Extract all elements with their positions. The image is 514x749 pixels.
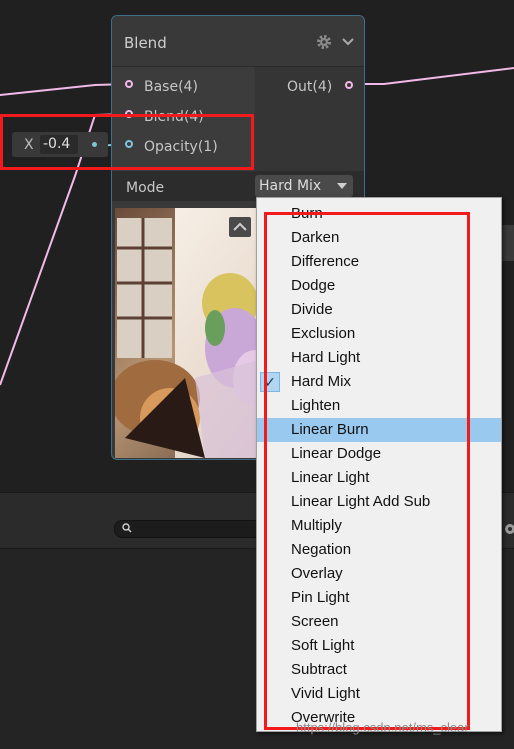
wire-base [0, 83, 129, 96]
output-ports-panel: Out(4) [255, 67, 364, 171]
settings-icon[interactable] [500, 520, 514, 538]
chevron-down-icon[interactable] [342, 37, 354, 47]
annotation-box-opacity [0, 114, 254, 170]
gear-icon[interactable] [316, 34, 332, 50]
watermark: https://blog.csdn.net/ms_clear [296, 720, 469, 735]
search-icon [122, 523, 132, 533]
port-label-base: Base(4) [144, 79, 198, 95]
mode-label: Mode [126, 180, 165, 196]
annotation-box-modes [264, 212, 470, 730]
out-port[interactable] [345, 81, 353, 89]
wire-out [349, 67, 514, 85]
chevron-up-icon[interactable] [229, 217, 251, 237]
base-port[interactable] [125, 80, 133, 88]
side-panel-edge [502, 225, 514, 261]
mode-dropdown-value: Hard Mix [259, 178, 322, 194]
mode-dropdown[interactable]: Hard Mix [255, 175, 353, 197]
node-header[interactable]: Blend [112, 16, 364, 67]
port-label-out: Out(4) [287, 79, 333, 95]
dropdown-arrow-icon [337, 183, 347, 189]
node-title: Blend [124, 34, 167, 52]
search-input[interactable] [114, 520, 264, 538]
